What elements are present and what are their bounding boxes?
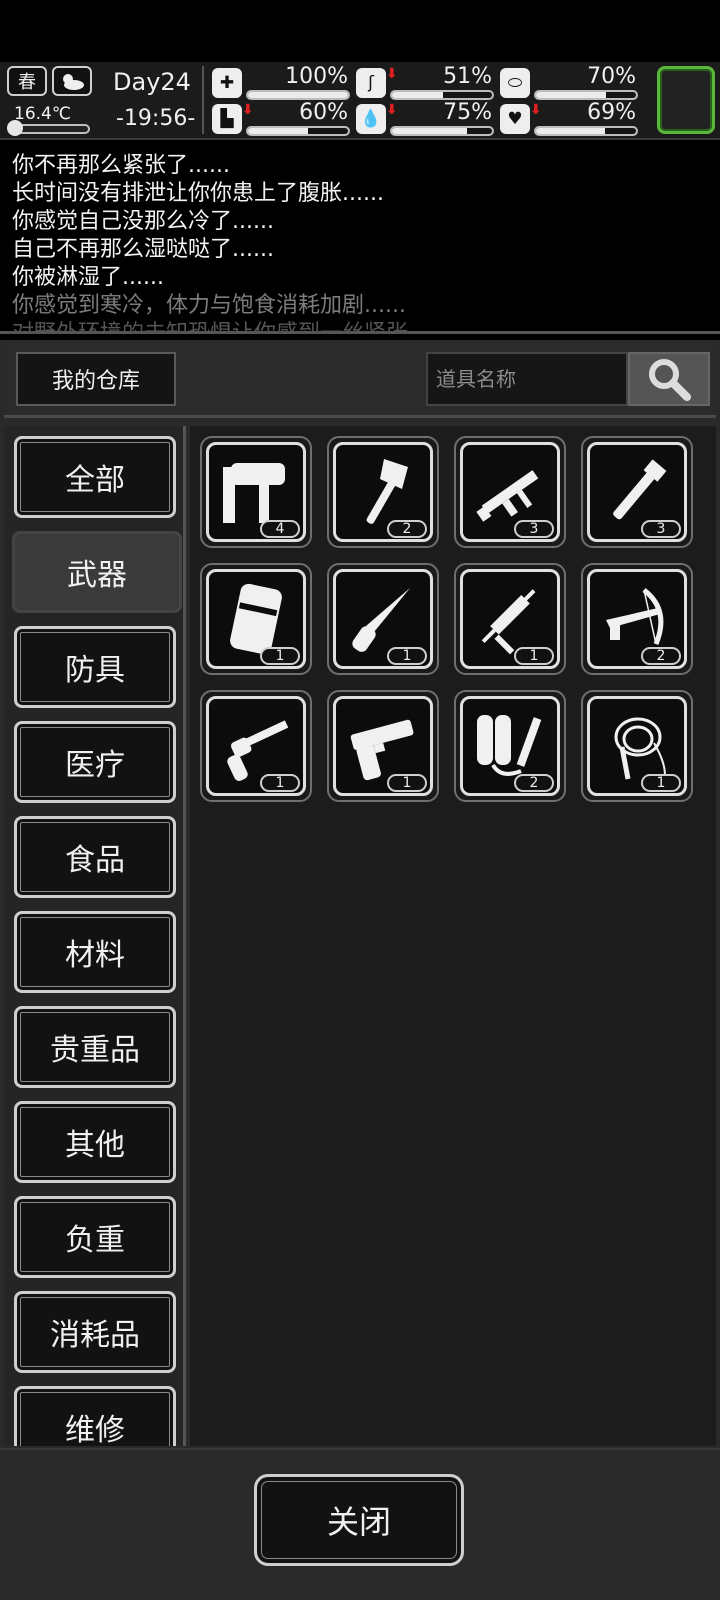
category-tab-3[interactable]: 医疗 [14, 721, 176, 803]
item-count-badge: 1 [387, 647, 427, 665]
stat-bar [390, 90, 494, 100]
inventory-slot[interactable]: 2 [454, 690, 566, 802]
inventory-slot[interactable]: 1 [327, 690, 439, 802]
log-line: 长时间没有排泄让你你患上了腹胀...... [12, 181, 384, 206]
item-count-badge: 3 [641, 520, 681, 538]
boot-icon: ▙ [212, 104, 242, 134]
pill-icon: ⬭ [500, 68, 530, 98]
stat-bar-fill [392, 128, 467, 134]
category-tab-7[interactable]: 其他 [14, 1101, 176, 1183]
falling-arrow-icon: ⬇ [242, 102, 254, 118]
stat-bar [246, 90, 350, 100]
stat-bar [246, 126, 350, 136]
falling-arrow-icon: ⬇ [386, 66, 398, 82]
search-button[interactable] [628, 352, 710, 406]
inventory-slot[interactable]: 3 [581, 436, 693, 548]
item-count-badge: 4 [260, 520, 300, 538]
hud-bar: 春 16.4℃ Day24 -19:56- ✚ 100% ʃ ⬇ 51% ⬭ 70% ▙ ⬇ 60… [0, 62, 720, 140]
stat-value: 100% [285, 64, 348, 89]
thermometer-icon [7, 120, 23, 136]
category-tab-0[interactable]: 全部 [14, 436, 176, 518]
cloudy-sun-icon [52, 66, 92, 96]
system-status-bar [0, 0, 720, 62]
log-line: 自己不再那么湿哒哒了...... [12, 237, 274, 262]
inventory-slot[interactable]: 1 [581, 690, 693, 802]
stomach-icon: ʃ [356, 68, 386, 98]
inventory-slot[interactable]: 1 [200, 563, 312, 675]
stat-bar-fill [536, 92, 606, 98]
stat-value: 60% [299, 100, 348, 125]
day-counter: Day24 [113, 68, 191, 96]
stat-thirst: 💧 ⬇ 75% [356, 100, 496, 136]
item-count-badge: 1 [641, 774, 681, 792]
inventory-slot[interactable]: 1 [454, 563, 566, 675]
stat-stamina: ▙ ⬇ 60% [212, 100, 352, 136]
stat-bar [534, 126, 638, 136]
temperature-readout: 16.4℃ [14, 104, 71, 124]
item-count-badge: 1 [514, 647, 554, 665]
category-tab-9[interactable]: 消耗品 [14, 1291, 176, 1373]
panel-footer: 关闭 [0, 1448, 720, 1600]
item-count-badge: 1 [260, 774, 300, 792]
stat-bar-fill [392, 92, 443, 98]
item-count-badge: 2 [514, 774, 554, 792]
search-icon [649, 359, 691, 401]
stat-value: 75% [443, 100, 492, 125]
log-line: 你不再那么紧张了...... [12, 153, 230, 178]
inventory-toolbar: 我的仓库 [4, 344, 716, 418]
log-line: 你感觉自己没那么冷了...... [12, 209, 274, 234]
log-line: 你感觉到寒冷，体力与饱食消耗加剧...... [12, 293, 406, 318]
category-tab-6[interactable]: 贵重品 [14, 1006, 176, 1088]
stat-bar-fill [536, 128, 605, 134]
item-count-badge: 2 [641, 647, 681, 665]
character-avatar-button[interactable] [657, 66, 715, 134]
category-tab-10[interactable]: 维修 [14, 1386, 176, 1446]
item-search-input[interactable] [426, 352, 628, 406]
stat-value: 70% [587, 64, 636, 89]
heart-icon: ♥ [500, 104, 530, 134]
stat-hunger: ʃ ⬇ 51% [356, 64, 496, 100]
category-tab-1[interactable]: 武器 [12, 531, 182, 613]
item-count-badge: 1 [387, 774, 427, 792]
medkit-icon: ✚ [212, 68, 242, 98]
inventory-slot[interactable]: 2 [581, 563, 693, 675]
water-drop-icon: 💧 [356, 104, 386, 134]
temperature-bar [7, 120, 90, 136]
item-count-badge: 2 [387, 520, 427, 538]
stat-bar-fill [248, 92, 348, 98]
stat-bar [534, 90, 638, 100]
inventory-slot[interactable]: 4 [200, 436, 312, 548]
stat-sanity: ⬭ 70% [500, 64, 640, 100]
category-tab-5[interactable]: 材料 [14, 911, 176, 993]
stat-mood: ♥ ⬇ 69% [500, 100, 640, 136]
falling-arrow-icon: ⬇ [530, 102, 542, 118]
hud-divider [202, 66, 204, 134]
inventory-slot[interactable]: 2 [327, 436, 439, 548]
stat-bar [390, 126, 494, 136]
close-button[interactable]: 关闭 [254, 1474, 464, 1566]
inventory-slot[interactable]: 1 [327, 563, 439, 675]
stat-value: 69% [587, 100, 636, 125]
message-log: 你不再那么紧张了...... 长时间没有排泄让你你患上了腹胀...... 你感觉自己… [0, 142, 720, 334]
season-badge: 春 [7, 66, 47, 96]
category-tab-4[interactable]: 食品 [14, 816, 176, 898]
item-grid: 4 2 3 3 1 1 1 2 1 1 2 1 [190, 426, 716, 1446]
stat-bar-fill [248, 128, 308, 134]
log-line: 你被淋湿了...... [12, 265, 164, 290]
stat-value: 51% [443, 64, 492, 89]
inventory-slot[interactable]: 3 [454, 436, 566, 548]
inventory-slot[interactable]: 1 [200, 690, 312, 802]
inventory-panel: 我的仓库 全部武器防具医疗食品材料贵重品其他负重消耗品维修 4 2 3 3 1 1 1 2 1 1… [0, 340, 720, 1600]
falling-arrow-icon: ⬇ [386, 102, 398, 118]
category-tab-8[interactable]: 负重 [14, 1196, 176, 1278]
item-count-badge: 3 [514, 520, 554, 538]
log-line: 对野外环境的未知恐惧让你感到一丝紧张 [12, 321, 409, 334]
category-tab-2[interactable]: 防具 [14, 626, 176, 708]
item-count-badge: 1 [260, 647, 300, 665]
category-sidebar[interactable]: 全部武器防具医疗食品材料贵重品其他负重消耗品维修 [4, 426, 186, 1446]
game-clock: -19:56- [116, 106, 196, 131]
my-warehouse-button[interactable]: 我的仓库 [16, 352, 176, 406]
stat-health: ✚ 100% [212, 64, 352, 100]
